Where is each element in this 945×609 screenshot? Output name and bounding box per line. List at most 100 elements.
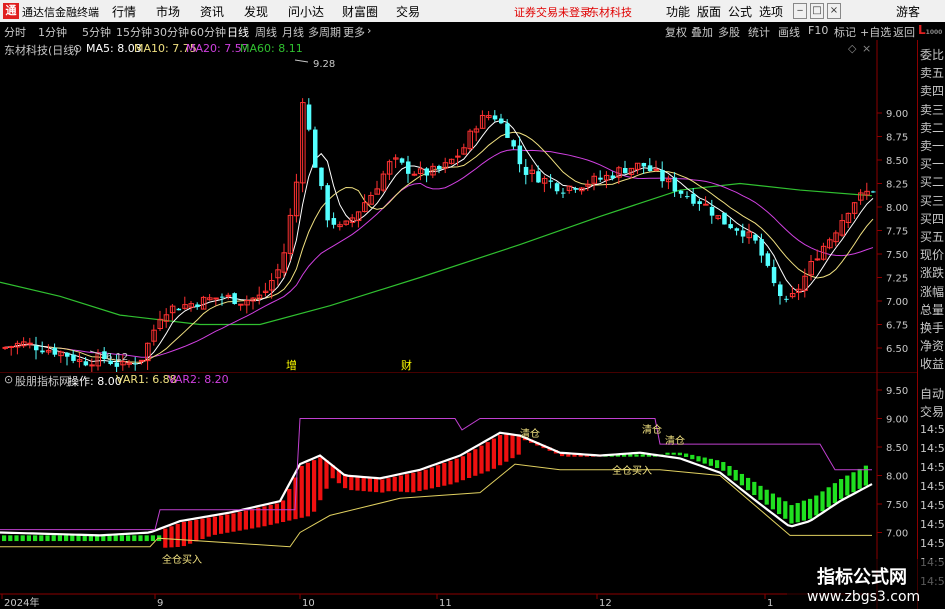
candle-body: [697, 201, 702, 205]
tool-f10[interactable]: F10: [808, 24, 828, 37]
close-icon[interactable]: ×: [827, 3, 841, 19]
menu-xuanxiang[interactable]: 选项: [759, 3, 783, 20]
price-tick-label: 7.75: [886, 227, 908, 238]
menu-gongshi[interactable]: 公式: [728, 3, 752, 20]
indicator-bar: [361, 477, 366, 492]
side-item: 买一: [920, 157, 945, 172]
date-label: 9: [157, 598, 163, 609]
side-item: 卖二: [920, 120, 945, 135]
guest-label[interactable]: 游客: [896, 3, 920, 20]
indicator-chart[interactable]: 9.50 9.00 8.50 8.00 7.50 7.00 全仓买入 全仓买入 清仓 清仓…: [0, 372, 917, 609]
indicator-settings-icon[interactable]: ⊙: [4, 373, 13, 386]
candle-body: [548, 180, 554, 182]
indicator-bar: [243, 510, 248, 530]
side-item: 卖四: [920, 84, 945, 99]
settings-icon[interactable]: ⊙: [73, 42, 82, 55]
menu-gongneng[interactable]: 功能: [666, 3, 690, 20]
indicator-bar: [76, 535, 81, 542]
menu-wenxiaoda[interactable]: 问小达: [288, 3, 324, 20]
indicator-bar: [485, 442, 490, 472]
tool-duogu[interactable]: 多股: [718, 24, 740, 40]
tool-biaoji[interactable]: 标记: [834, 24, 856, 40]
diamond-icon[interactable]: ◇: [848, 42, 856, 55]
chevron-right-icon[interactable]: ›: [367, 24, 371, 37]
indicator-bar: [429, 467, 434, 489]
indicator-bar: [702, 457, 707, 464]
menu-zixun[interactable]: 资讯: [200, 3, 224, 20]
period-multi[interactable]: 多周期: [308, 24, 341, 40]
menu-shichang[interactable]: 市场: [156, 3, 180, 20]
tool-add-watchlist[interactable]: +自选: [860, 24, 891, 40]
indicator-bar: [758, 485, 763, 500]
date-label: 11: [439, 598, 452, 609]
marker-cai[interactable]: 财: [401, 358, 412, 372]
indicator-bar: [26, 535, 31, 542]
menu-banmian[interactable]: 版面: [697, 3, 721, 20]
candle-body: [213, 297, 219, 300]
indicator-bar: [454, 458, 459, 483]
indicator-bar: [770, 493, 775, 510]
marker-zeng[interactable]: 增: [286, 358, 297, 372]
indicator-bar: [39, 535, 44, 542]
candle-body: [784, 298, 789, 300]
minimize-icon[interactable]: ‒: [793, 3, 807, 19]
candle-body: [778, 284, 783, 296]
indicator-bar: [206, 517, 211, 537]
indicator-bar: [349, 476, 354, 491]
candle-body: [424, 168, 430, 176]
candlestick-chart[interactable]: 9.00 8.75 8.50 8.25 8.00 7.75 7.50 7.25 7.00 6.75…: [0, 40, 917, 372]
tool-back[interactable]: 返回: [893, 24, 915, 40]
period-5min[interactable]: 5分钟: [82, 24, 111, 40]
period-more[interactable]: 更多: [343, 24, 365, 40]
side-item: 买三: [920, 193, 945, 208]
menu-hangqing[interactable]: 行情: [112, 3, 136, 20]
candle-body: [672, 177, 678, 192]
candle-body: [647, 165, 653, 172]
indicator-bar: [467, 452, 472, 478]
tool-fuquan[interactable]: 复权: [665, 24, 687, 40]
menu-caifuquan[interactable]: 财富圈: [342, 3, 378, 20]
tool-huaxian[interactable]: 画线: [778, 24, 800, 40]
indicator-bar: [398, 475, 403, 492]
indicator-bar: [281, 500, 286, 523]
indicator-bar: [250, 509, 255, 529]
side-item: 换手: [920, 321, 945, 335]
price-tick-label: 6.75: [886, 321, 908, 332]
indicator-bar: [212, 516, 217, 535]
period-monthly[interactable]: 月线: [282, 24, 304, 40]
candle-body: [561, 192, 566, 194]
tool-tongji[interactable]: 统计: [748, 24, 770, 40]
maximize-icon[interactable]: □: [810, 3, 824, 19]
trade-time: 14:56: [920, 518, 945, 531]
panel-close-icon[interactable]: ×: [862, 42, 871, 55]
period-fenshi[interactable]: 分时: [4, 24, 26, 40]
side-lower-item[interactable]: 交易: [920, 403, 945, 420]
indicator-tick-label: 9.00: [886, 415, 908, 426]
login-notice[interactable]: 证券交易未登录: [514, 4, 591, 20]
trade-time: 14:56: [920, 480, 945, 493]
period-30min[interactable]: 30分钟: [153, 24, 189, 40]
period-60min[interactable]: 60分钟: [190, 24, 226, 40]
period-15min[interactable]: 15分钟: [116, 24, 152, 40]
indicator-bar: [845, 475, 850, 496]
tool-diejia[interactable]: 叠加: [691, 24, 713, 40]
indicator-tick-label: 8.00: [886, 472, 908, 483]
candle-body: [52, 347, 58, 355]
period-weekly[interactable]: 周线: [255, 24, 277, 40]
menu-faxian[interactable]: 发现: [244, 3, 268, 20]
period-daily[interactable]: 日线: [227, 24, 249, 40]
period-1min[interactable]: 1分钟: [38, 24, 67, 40]
indicator-bar: [839, 479, 844, 499]
candle-body: [411, 173, 418, 176]
indicator-bar: [150, 535, 155, 542]
watermark: 指标公式网 www.zbgs3.com: [787, 559, 945, 609]
menu-jiaoyi[interactable]: 交易: [396, 3, 420, 20]
side-item: 现价: [920, 248, 945, 263]
date-label: 1: [767, 598, 773, 609]
indicator-bar: [460, 456, 465, 481]
title-bar: 通 通达信金融终端 行情 市场 资讯 发现 问小达 财富圈 交易 证券交易未登录…: [0, 0, 945, 22]
price-tick-label: 8.25: [886, 180, 908, 191]
side-lower-item[interactable]: 自动: [920, 385, 945, 402]
candle-body: [610, 175, 616, 179]
indicator-tick-label: 8.50: [886, 443, 908, 454]
